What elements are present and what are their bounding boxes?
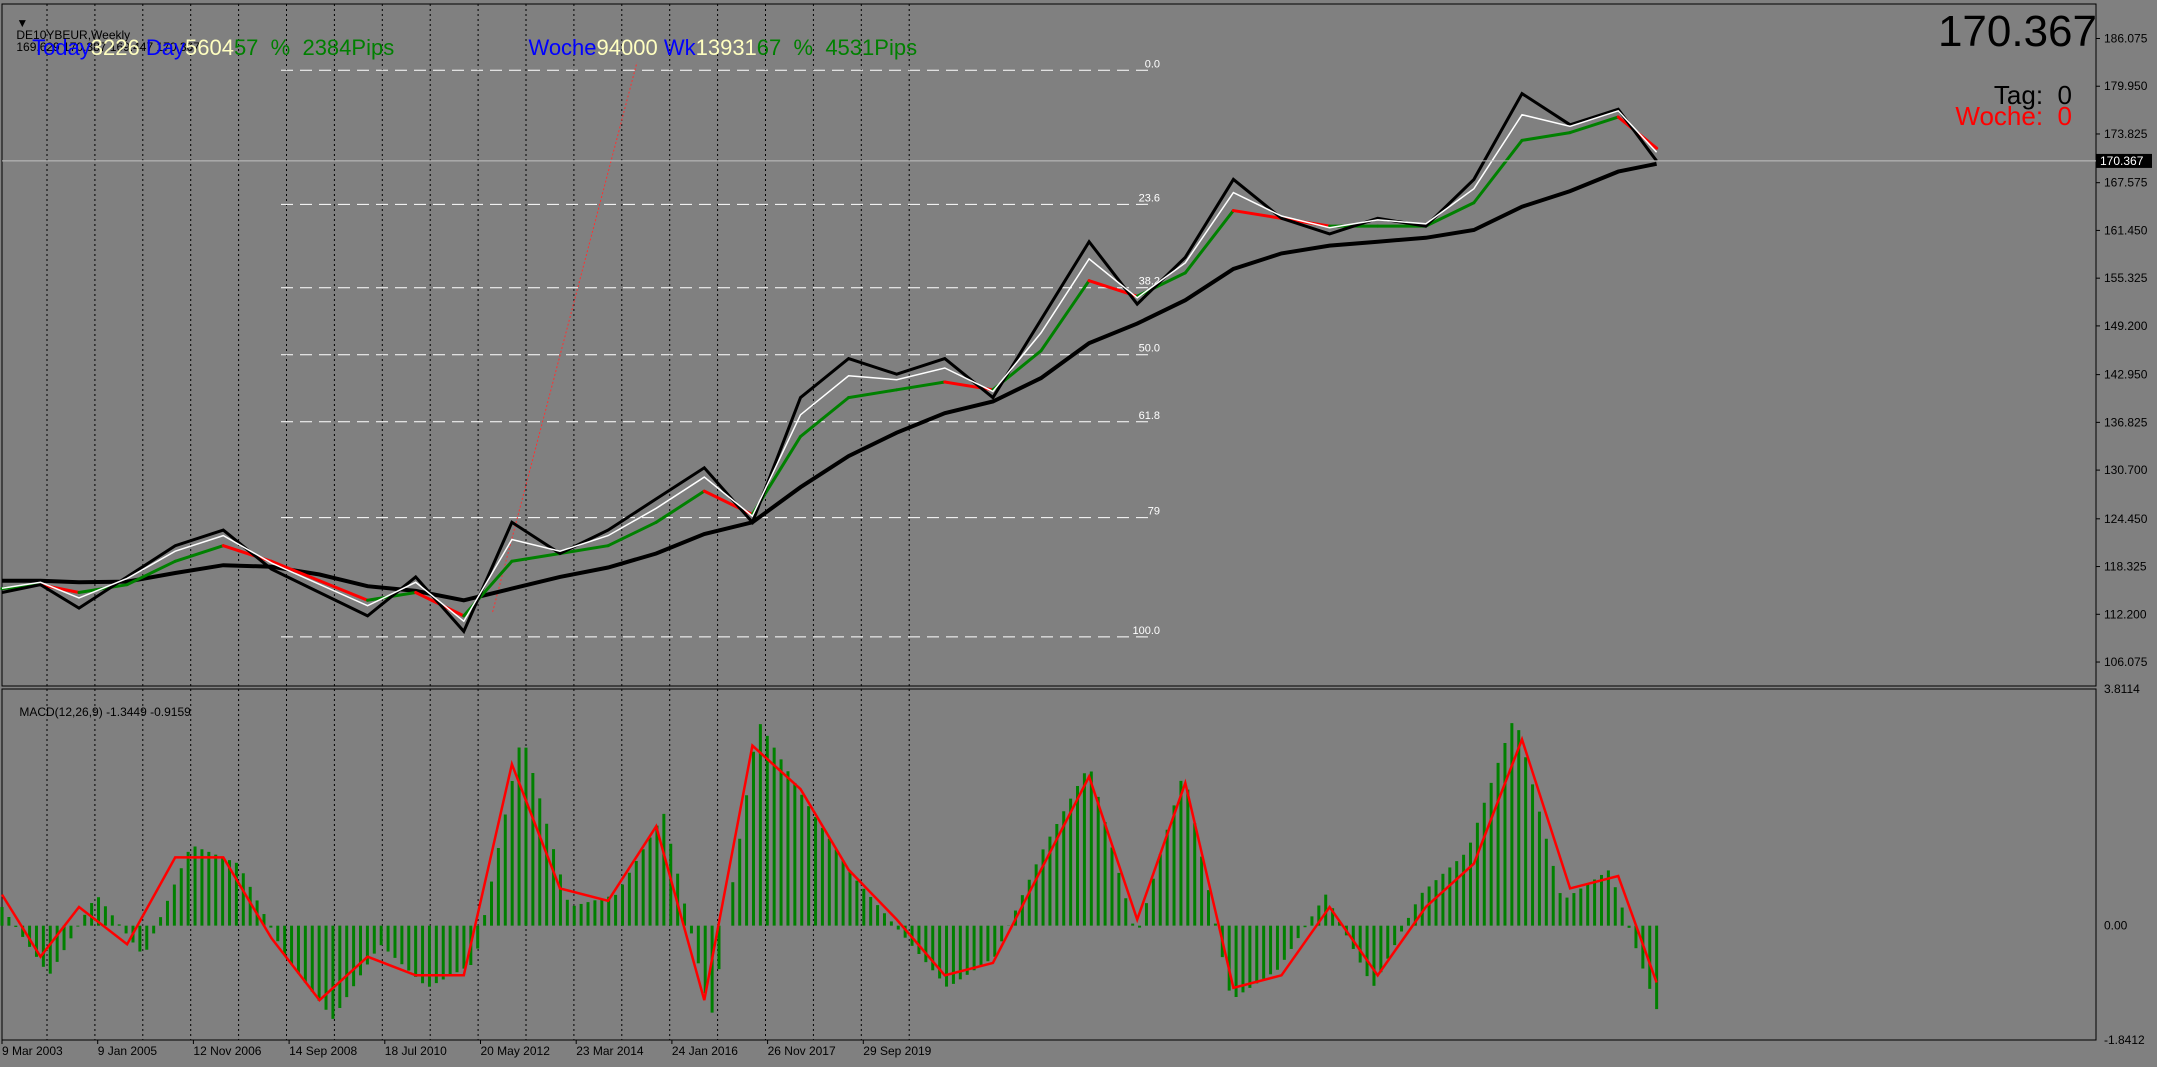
- woche-counter-label: Woche:: [1955, 101, 2044, 131]
- fast-ma-segment: [895, 380, 947, 392]
- price-tick-label: 149.200: [2104, 319, 2148, 333]
- time-tick-label: 24 Jan 2016: [672, 1044, 738, 1058]
- macd-label: MACD(12,26,9) -1.3449 -0.9159: [6, 694, 191, 730]
- woche-value: 94000: [596, 35, 658, 60]
- wk-label: Wk: [663, 35, 696, 60]
- fast-ma-segment: [1039, 279, 1091, 353]
- time-axis[interactable]: 9 Mar 2003 9 Jan 2005 12 Nov 2006 14 Sep 20…: [1, 1040, 932, 1058]
- woche-counter: Woche: 0: [1926, 77, 2072, 155]
- slow-moving-average: [2, 161, 1657, 603]
- price-tick-label: 142.950: [2104, 368, 2148, 382]
- price-tick-label: 136.825: [2104, 415, 2148, 429]
- trend-line-segment[interactable]: [492, 62, 638, 613]
- wk-pips-value: 4531: [825, 35, 875, 60]
- current-price-tag: 170.367: [2100, 154, 2144, 168]
- fib-level-label: 50.0: [1139, 343, 1160, 355]
- time-tick-label: 12 Nov 2006: [193, 1044, 261, 1058]
- macd-signal-value: -0.9159: [150, 705, 191, 719]
- time-tick-label: 20 May 2012: [481, 1044, 551, 1058]
- time-tick-label: 9 Jan 2005: [98, 1044, 158, 1058]
- macd-tick-label: 0.00: [2104, 919, 2128, 933]
- price-tick-label: 118.325: [2104, 560, 2147, 574]
- time-tick-label: 23 Mar 2014: [576, 1044, 644, 1058]
- time-tick-label: 18 Jul 2010: [385, 1044, 447, 1058]
- day-pips-value: 2384: [302, 35, 352, 60]
- current-price-big: 170.367: [1937, 7, 2097, 56]
- fib-level-label: 23.6: [1139, 192, 1160, 204]
- price-tick-label: 179.950: [2104, 79, 2148, 93]
- macd-histogram: [0, 723, 1659, 1019]
- chart-root: 0.0 23.6 38.2 50.0 61.8 79 100.0 186.075 179.95…: [0, 0, 2157, 1062]
- macd-tick-label: -1.8412: [2104, 1033, 2145, 1047]
- macd-axis: 3.8114 0.00 -1.8412: [2104, 682, 2145, 1047]
- today-value: 3226: [90, 35, 140, 60]
- day-value: 5604: [184, 35, 234, 60]
- price-tick-label: 161.450: [2104, 223, 2148, 237]
- price-tick-label: 106.075: [2104, 655, 2148, 669]
- wk-value: 13931: [695, 35, 757, 60]
- fast-ma-segment: [847, 388, 899, 400]
- price-tick-label: 186.075: [2104, 31, 2148, 45]
- today-label: Today: [32, 35, 91, 60]
- price-tick-label: 155.325: [2104, 271, 2148, 285]
- macd-tick-label: 3.8114: [2104, 682, 2140, 696]
- wk-pct-sign: %: [793, 35, 814, 60]
- wk-pips-label: Pips: [874, 35, 918, 60]
- time-tick-label: 14 Sep 2008: [289, 1044, 357, 1058]
- fib-level-label: 79: [1148, 506, 1160, 518]
- fast-ma-segment: [1472, 138, 1524, 205]
- price-panel-border: [1, 3, 2097, 687]
- time-tick-label: 29 Sep 2019: [863, 1044, 931, 1058]
- woche-label: Woche: [528, 35, 597, 60]
- price-tick-label: 130.700: [2104, 463, 2148, 477]
- fib-level-label: 100.0: [1132, 625, 1160, 637]
- price-tick-label: 173.825: [2104, 127, 2148, 141]
- price-tick-label: 112.200: [2104, 607, 2147, 621]
- fast-ma-segment: [1520, 131, 1572, 142]
- wk-pct: 67: [756, 35, 782, 60]
- price-tick-label: 124.450: [2104, 512, 2148, 526]
- day-pips-label: Pips: [351, 35, 395, 60]
- fast-ma-segment: [173, 544, 225, 563]
- daily-stats: Today3226 Day560457 % 2384Pips: [8, 15, 394, 81]
- weekly-stats: Woche94000 Wk1393167 % 4531Pips: [504, 15, 917, 81]
- day-pct-sign: %: [270, 35, 291, 60]
- fib-level-label: 0.0: [1145, 58, 1160, 70]
- day-pct: 57: [233, 35, 259, 60]
- fast-ma-segment: [798, 396, 851, 439]
- price-series: [0, 91, 1659, 635]
- price-axis[interactable]: 186.075 179.950 173.825 167.575 161.450 155.3…: [2096, 31, 2152, 669]
- time-tick-label: 26 Nov 2017: [768, 1044, 836, 1058]
- price-tick-label: 167.575: [2104, 176, 2148, 190]
- smoothed-price-line: [1, 109, 1658, 623]
- woche-counter-value: 0: [2057, 101, 2072, 131]
- fib-level-label: 61.8: [1139, 410, 1160, 422]
- macd-title: MACD(12,26,9): [19, 705, 103, 719]
- macd-main-value: -1.3449: [106, 705, 147, 719]
- day-label: Day: [145, 35, 185, 60]
- fast-ma-segment: [510, 551, 562, 563]
- trend-line[interactable]: [492, 62, 638, 613]
- time-tick-label: 9 Mar 2003: [2, 1044, 63, 1058]
- chart-canvas[interactable]: 0.023.638.250.061.879100.0 186.075179.95…: [0, 0, 2157, 1062]
